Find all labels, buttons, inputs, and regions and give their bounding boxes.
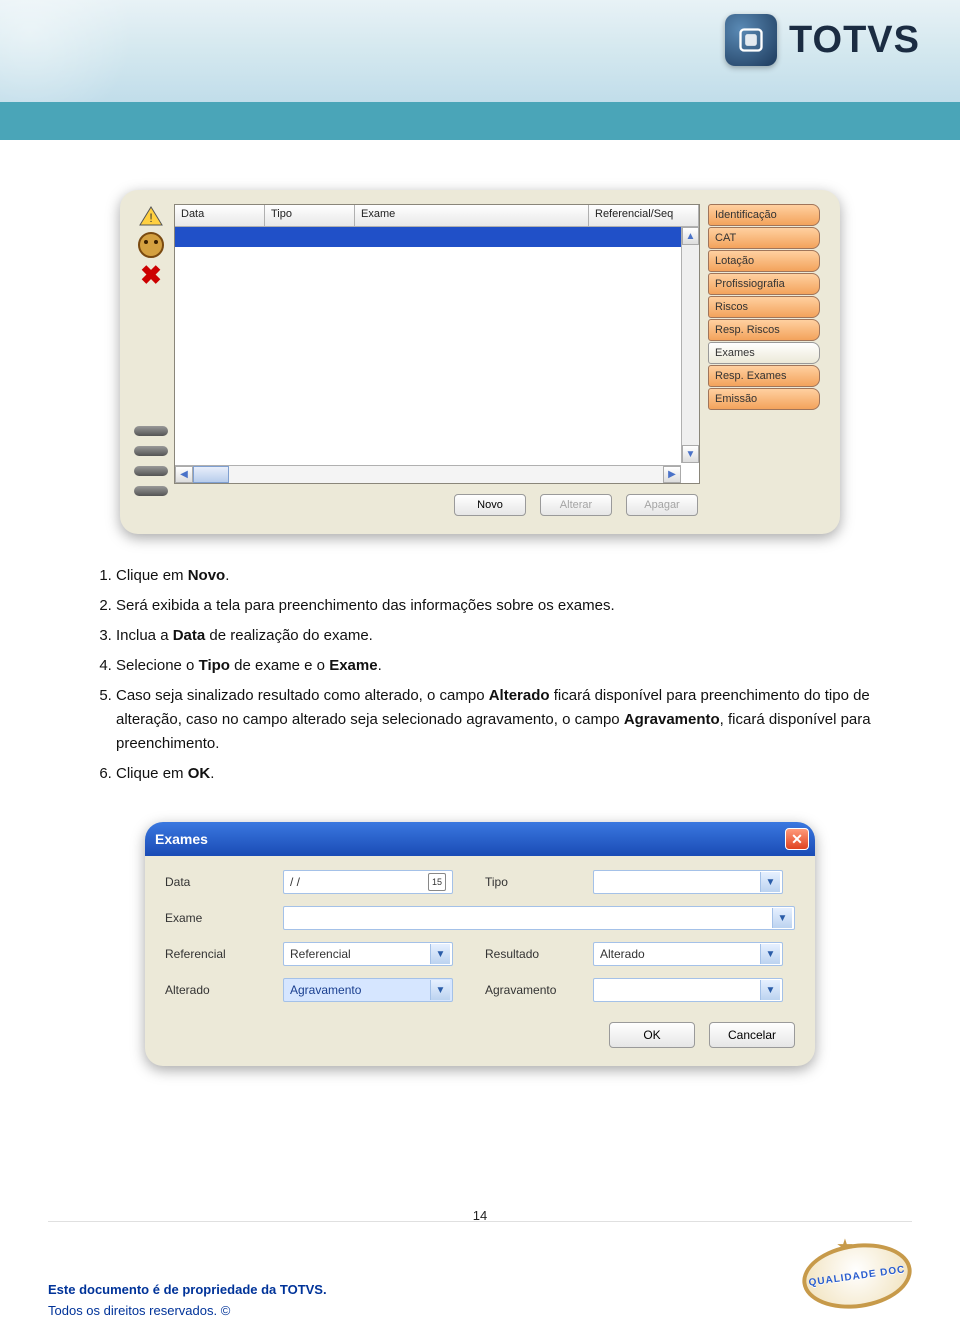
label-resultado: Resultado — [485, 947, 585, 961]
combo-exame[interactable]: ▼ — [283, 906, 795, 930]
dialog-titlebar: Exames ✕ — [145, 822, 815, 856]
scroll-down-icon[interactable]: ▼ — [682, 445, 699, 463]
ok-button[interactable]: OK — [609, 1022, 695, 1048]
header-band: TOTVS — [0, 0, 960, 102]
combo-tipo[interactable]: ▼ — [593, 870, 783, 894]
tab-resp--riscos[interactable]: Resp. Riscos — [708, 319, 820, 341]
scroll-up-icon[interactable]: ▲ — [682, 227, 699, 245]
exams-grid[interactable]: Data Tipo Exame Referencial/Seq ▲ ▼ ◀ ▶ — [174, 204, 700, 484]
cancel-button[interactable]: Cancelar — [709, 1022, 795, 1048]
selected-row[interactable] — [175, 227, 699, 247]
face-icon — [138, 232, 164, 258]
footer-line2: Todos os direitos reservados. © — [48, 1301, 327, 1322]
label-exame: Exame — [165, 911, 275, 925]
combo-agravamento[interactable]: ▼ — [593, 978, 783, 1002]
scroll-left-icon[interactable]: ◀ — [175, 466, 193, 483]
grid-header-row: Data Tipo Exame Referencial/Seq — [175, 205, 699, 227]
ring-icon — [134, 486, 168, 496]
col-exame[interactable]: Exame — [355, 205, 589, 226]
tab-riscos[interactable]: Riscos — [708, 296, 820, 318]
dialog-title: Exames — [155, 831, 208, 847]
quality-stamp: ★ ★ QUALIDADE DOC — [802, 1236, 912, 1322]
label-referencial: Referencial — [165, 947, 275, 961]
page-number: 14 — [473, 1208, 487, 1223]
step-3: Inclua a Data de realização do exame. — [116, 624, 890, 648]
apagar-button: Apagar — [626, 494, 698, 516]
brand-cube-icon — [725, 14, 777, 66]
chevron-down-icon[interactable]: ▼ — [430, 980, 450, 1000]
tab-exames[interactable]: Exames — [708, 342, 820, 364]
chevron-down-icon[interactable]: ▼ — [772, 908, 792, 928]
brand-text: TOTVS — [789, 19, 920, 62]
ring-icon — [134, 426, 168, 436]
tab-cat[interactable]: CAT — [708, 227, 820, 249]
tab-resp--exames[interactable]: Resp. Exames — [708, 365, 820, 387]
alterar-button: Alterar — [540, 494, 612, 516]
screenshot-exams-grid: ! ✖ Data Tipo Exame Referencial/Seq — [120, 190, 840, 534]
novo-button[interactable]: Novo — [454, 494, 526, 516]
step-4: Selecione o Tipo de exame e o Exame. — [116, 654, 890, 678]
label-alterado: Alterado — [165, 983, 275, 997]
warning-icon: ! — [139, 206, 163, 226]
input-data[interactable]: / / 15 — [283, 870, 453, 894]
ring-icon — [134, 446, 168, 456]
calendar-icon[interactable]: 15 — [428, 873, 446, 891]
screenshot-exams-dialog: Exames ✕ Data / / 15 Tipo ▼ Exame ▼ — [145, 822, 815, 1066]
label-tipo: Tipo — [485, 875, 585, 889]
tab-emissão[interactable]: Emissão — [708, 388, 820, 410]
page-footer: 14 Este documento é de propriedade da TO… — [48, 1221, 912, 1322]
ring-icon — [134, 466, 168, 476]
label-agravamento: Agravamento — [485, 983, 585, 997]
binder-edge: ! ✖ — [128, 204, 174, 516]
scroll-right-icon[interactable]: ▶ — [663, 466, 681, 483]
label-data: Data — [165, 875, 275, 889]
chevron-down-icon[interactable]: ▼ — [430, 944, 450, 964]
close-icon[interactable]: ✕ — [785, 828, 809, 850]
combo-resultado[interactable]: Alterado▼ — [593, 942, 783, 966]
step-2: Será exibida a tela para preenchimento d… — [116, 594, 890, 618]
combo-alterado[interactable]: Agravamento▼ — [283, 978, 453, 1002]
side-tabs: IdentificaçãoCATLotaçãoProfissiografiaRi… — [708, 204, 820, 516]
footer-line1: Este documento é de propriedade da TOTVS… — [48, 1280, 327, 1301]
chevron-down-icon[interactable]: ▼ — [760, 872, 780, 892]
instruction-list: Clique em Novo. Será exibida a tela para… — [60, 564, 900, 822]
horizontal-scrollbar[interactable]: ◀ ▶ — [175, 465, 681, 483]
scroll-thumb[interactable] — [193, 466, 229, 483]
tab-identificação[interactable]: Identificação — [708, 204, 820, 226]
delete-x-icon: ✖ — [139, 264, 163, 288]
tab-lotação[interactable]: Lotação — [708, 250, 820, 272]
col-tipo[interactable]: Tipo — [265, 205, 355, 226]
tab-profissiografia[interactable]: Profissiografia — [708, 273, 820, 295]
vertical-scrollbar[interactable]: ▲ ▼ — [681, 227, 699, 463]
col-data[interactable]: Data — [175, 205, 265, 226]
combo-referencial[interactable]: Referencial▼ — [283, 942, 453, 966]
chevron-down-icon[interactable]: ▼ — [760, 980, 780, 1000]
col-ref[interactable]: Referencial/Seq — [589, 205, 699, 226]
brand-logo: TOTVS — [725, 14, 920, 66]
svg-text:!: ! — [149, 211, 152, 225]
step-5: Caso seja sinalizado resultado como alte… — [116, 684, 890, 756]
chevron-down-icon[interactable]: ▼ — [760, 944, 780, 964]
step-6: Clique em OK. — [116, 762, 890, 786]
header-strip — [0, 102, 960, 140]
step-1: Clique em Novo. — [116, 564, 890, 588]
